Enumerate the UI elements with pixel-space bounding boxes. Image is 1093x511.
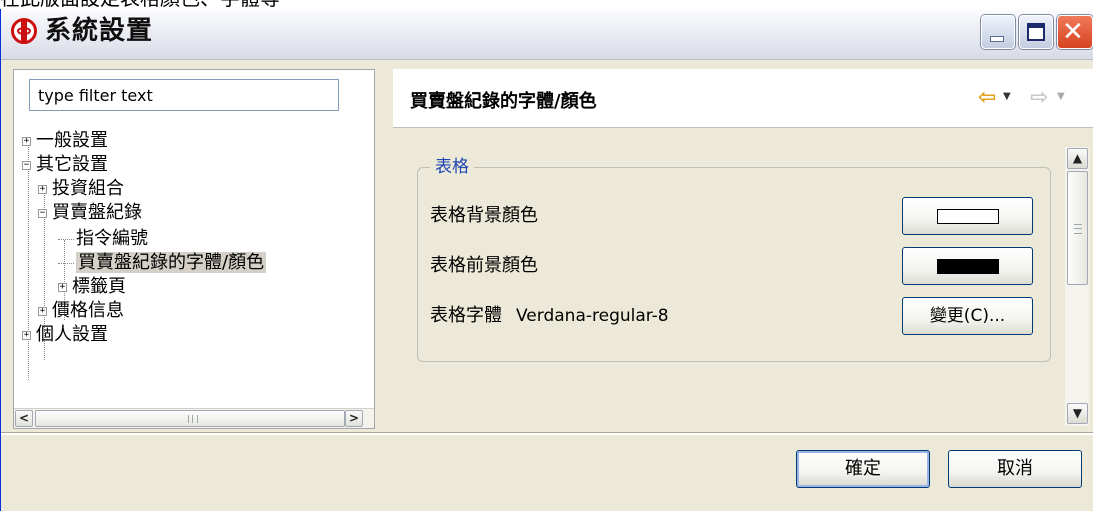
grip-icon [1074, 224, 1082, 234]
title-bar[interactable]: 系統設置 ✕ [1, 9, 1093, 60]
grip-icon [188, 415, 198, 423]
tree-item-order-records[interactable]: − 買賣盤紀錄 [38, 202, 142, 224]
scroll-right-button[interactable]: > [345, 410, 363, 427]
font-label: 表格字體 [430, 305, 502, 326]
expand-icon[interactable]: + [58, 282, 67, 292]
page-header: 買賣盤紀錄的字體/顏色 ⇦ ▼ ⇨ ▼ [393, 69, 1093, 128]
filter-input[interactable] [29, 79, 339, 111]
minimize-button[interactable] [981, 15, 1015, 49]
tree-item-font-color[interactable]: 買賣盤紀錄的字體/顏色 [58, 252, 267, 274]
tree-item-order-number[interactable]: 指令編號 [58, 228, 148, 250]
collapse-icon[interactable]: − [22, 160, 31, 170]
tree-item-price-info[interactable]: + 價格信息 [38, 300, 124, 322]
tree-item-tabs[interactable]: + 標籤頁 [58, 276, 126, 298]
font-value: Verdana-regular-8 [516, 306, 669, 326]
forward-dropdown-icon: ▼ [1057, 91, 1065, 102]
preference-page: 買賣盤紀錄的字體/顏色 ⇦ ▼ ⇨ ▼ 表格 表格背景顏色 表格前景顏色 表格字… [393, 69, 1093, 429]
back-dropdown-icon[interactable]: ▼ [1003, 91, 1011, 102]
expand-icon[interactable]: + [38, 306, 47, 316]
collapse-icon[interactable]: − [38, 208, 47, 218]
fg-color-button[interactable] [902, 247, 1033, 285]
maximize-button[interactable] [1019, 15, 1053, 49]
maximize-icon [1027, 23, 1045, 41]
expand-icon[interactable]: + [22, 136, 31, 146]
window-title: 系統設置 [45, 16, 154, 46]
tree-item-other[interactable]: − 其它設置 [22, 154, 108, 176]
preference-tree-panel: +一般設置 −其它設置 +投資組合 −買賣盤紀錄 指令編號 買賣盤紀錄的字體/顏… [13, 69, 375, 429]
bg-color-label: 表格背景顏色 [430, 205, 538, 226]
fg-color-label: 表格前景顏色 [430, 255, 538, 276]
back-arrow-icon[interactable]: ⇦ [978, 85, 996, 110]
scroll-left-button[interactable]: < [15, 410, 33, 427]
tree-item-general[interactable]: + 一般設置 [22, 130, 108, 152]
table-settings-group: 表格 表格背景顏色 表格前景顏色 表格字體 Verdana-regular-8 變… [417, 155, 1051, 362]
footer-divider [1, 432, 1093, 435]
page-title: 買賣盤紀錄的字體/顏色 [410, 91, 597, 112]
forward-arrow-icon: ⇨ [1030, 85, 1049, 110]
font-row: 表格字體 Verdana-regular-8 [430, 304, 669, 328]
tree-item-personal[interactable]: + 個人設置 [22, 324, 108, 346]
scroll-down-button[interactable]: ▼ [1067, 403, 1088, 424]
app-logo-icon [11, 18, 37, 44]
scroll-thumb[interactable] [1067, 171, 1088, 285]
caption-text: 在此版面設定表格顏色、字體等 [0, 0, 400, 9]
ok-button[interactable]: 確定 [796, 450, 930, 488]
vertical-scrollbar[interactable]: ▲ ▼ [1065, 147, 1089, 426]
tree-connector [58, 262, 74, 264]
bg-color-button[interactable] [902, 197, 1033, 235]
tree-item-portfolio[interactable]: + 投資組合 [38, 178, 124, 200]
expand-icon[interactable]: + [38, 184, 47, 194]
group-legend: 表格 [430, 155, 474, 179]
scroll-thumb[interactable] [35, 410, 345, 427]
close-icon: ✕ [1062, 17, 1084, 47]
bg-color-swatch [937, 209, 999, 224]
tree-connector [58, 238, 74, 240]
cancel-button[interactable]: 取消 [948, 450, 1082, 488]
minimize-icon [991, 37, 1003, 41]
close-button[interactable]: ✕ [1057, 15, 1093, 49]
change-font-button[interactable]: 變更(C)... [902, 297, 1033, 335]
expand-icon[interactable]: + [22, 330, 31, 340]
fg-color-swatch [937, 259, 999, 274]
scroll-up-button[interactable]: ▲ [1067, 148, 1088, 169]
settings-window: 系統設置 ✕ +一般設置 −其它設置 +投資組合 −買賣盤紀錄 指令編號 買賣盤… [0, 9, 1093, 511]
horizontal-scrollbar[interactable]: < > [14, 408, 374, 428]
